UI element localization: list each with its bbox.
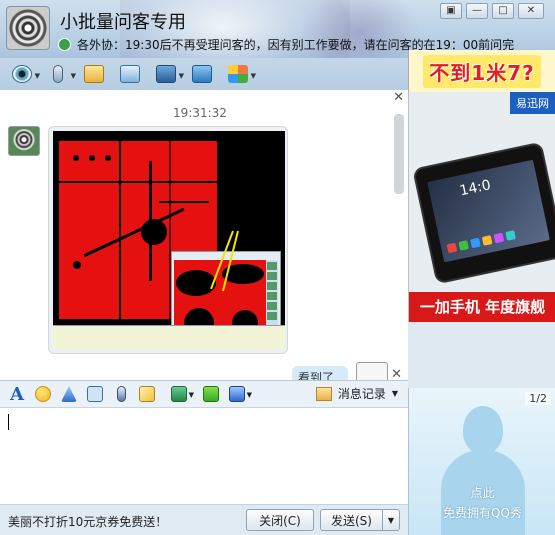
camera-icon — [12, 65, 32, 83]
chevron-down-icon: ▼ — [34, 72, 40, 80]
ad-brand-label: 易迅网 — [510, 92, 555, 114]
message-timestamp: 19:31:32 — [173, 106, 227, 120]
microphone-icon — [116, 386, 126, 402]
remote-assist-button[interactable] — [188, 62, 216, 86]
remote-icon — [192, 65, 212, 83]
chevron-down-icon: ▼ — [250, 72, 256, 80]
pencil-icon — [139, 386, 155, 402]
promo-link[interactable]: 美丽不打折10元京券免费送！ — [8, 513, 167, 530]
qq-show-panel[interactable]: 1/2 点此 免费拥有QQ秀 — [408, 388, 555, 535]
gif-button[interactable] — [84, 383, 106, 405]
monitor-icon — [156, 65, 176, 83]
page-indicator[interactable]: 1/2 — [525, 392, 551, 405]
ad-banner-top[interactable]: 不到1米7? — [408, 50, 555, 92]
emoji-button[interactable] — [32, 383, 54, 405]
music-icon — [203, 386, 219, 402]
add-member-button[interactable] — [116, 62, 144, 86]
screenshot-button[interactable]: ▼ — [226, 383, 252, 405]
close-icon[interactable]: ✕ — [391, 367, 402, 382]
message-area: ✕ 19:31:32 看到了 — [0, 90, 408, 380]
avatar-silhouette-head — [463, 406, 503, 454]
sender-avatar[interactable] — [8, 126, 40, 156]
phone-image: 14:0 — [412, 141, 555, 285]
doodle-button[interactable] — [136, 383, 158, 405]
own-message-bubble[interactable]: 看到了 — [292, 366, 348, 380]
pcb-screenshot-image[interactable] — [53, 131, 285, 349]
microphone-icon — [53, 65, 63, 83]
notice-icon — [58, 38, 71, 51]
history-label: 消息记录 — [337, 387, 386, 401]
music-button[interactable] — [200, 383, 222, 405]
ad-banner-text: 不到1米7? — [423, 54, 541, 88]
share-files-button[interactable] — [80, 62, 108, 86]
font-button[interactable]: A — [6, 383, 28, 405]
message-input[interactable] — [0, 408, 408, 504]
chevron-down-icon: ▼ — [387, 515, 395, 525]
annotation-arrows — [210, 230, 239, 292]
message-scrollbar[interactable] — [394, 114, 404, 194]
input-toolbar: ✕ A ▼ ▼ 消息记录 ▼ — [0, 367, 408, 408]
voice-message-button[interactable] — [110, 383, 132, 405]
ad-phone[interactable]: 易迅网 14:0 一加手机 年度旗舰 — [408, 92, 555, 322]
close-icon[interactable]: ✕ — [393, 90, 404, 105]
chevron-down-icon: ▼ — [188, 391, 194, 399]
font-icon: A — [10, 383, 24, 405]
chevron-down-icon: ▼ — [246, 391, 252, 399]
send-options-button[interactable]: ▼ — [382, 509, 400, 531]
text-caret — [8, 414, 9, 430]
send-image-button[interactable]: ▼ — [168, 383, 194, 405]
folder-icon — [84, 65, 104, 83]
screenshot-icon — [229, 386, 245, 402]
ad-slogan: 一加手机 年度旗舰 — [409, 292, 555, 322]
phone-clock: 14:0 — [458, 177, 493, 200]
phone-screen: 14:0 — [427, 159, 550, 263]
history-icon — [315, 386, 332, 401]
maximize-button[interactable]: □ — [492, 3, 514, 19]
smiley-icon — [35, 386, 51, 402]
apps-grid-icon — [228, 65, 248, 83]
film-icon — [87, 386, 103, 402]
chevron-down-icon: ▼ — [70, 72, 76, 80]
shake-button[interactable] — [58, 383, 80, 405]
bottom-bar: 美丽不打折10元京券免费送！ 关闭(C) 发送(S) ▼ — [0, 504, 408, 535]
add-member-icon — [120, 65, 140, 83]
voice-call-button[interactable]: ▼ — [44, 62, 76, 86]
own-avatar[interactable] — [356, 362, 388, 380]
chevron-down-icon: ▼ — [391, 389, 398, 398]
video-call-button[interactable]: ▼ — [8, 62, 40, 86]
send-button[interactable]: 发送(S) — [320, 509, 382, 531]
screenshot-status-strip — [53, 325, 285, 349]
skin-button[interactable]: ▣ — [440, 3, 462, 19]
minimize-button[interactable]: — — [466, 3, 488, 19]
group-avatar[interactable] — [6, 6, 50, 50]
apps-button[interactable]: ▼ — [224, 62, 256, 86]
chat-toolbar: ▼ ▼ ▼ ▼ — [0, 58, 408, 90]
show-prompt-line2: 免费拥有QQ秀 — [443, 506, 522, 520]
group-name[interactable]: 小批量问客专用 — [60, 8, 186, 34]
window-controls: ▣ — □ ✕ — [436, 3, 544, 19]
phone-app-icons — [446, 230, 519, 254]
shake-icon — [61, 386, 77, 402]
screen-share-button[interactable]: ▼ — [152, 62, 184, 86]
chevron-down-icon: ▼ — [178, 72, 184, 80]
image-icon — [171, 386, 187, 402]
show-prompt-line1: 点此 — [470, 486, 495, 500]
close-window-button[interactable]: ✕ — [518, 3, 544, 19]
message-history-button[interactable]: 消息记录 ▼ — [315, 385, 398, 402]
close-button[interactable]: 关闭(C) — [246, 509, 314, 531]
image-message-bubble[interactable] — [48, 126, 288, 354]
